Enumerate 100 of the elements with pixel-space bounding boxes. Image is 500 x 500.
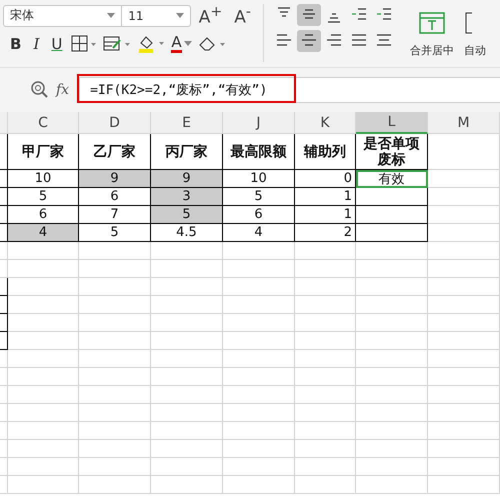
empty-cell xyxy=(151,332,223,350)
empty-cell xyxy=(223,350,295,368)
header-cell: 是否单项废标 xyxy=(356,134,428,170)
empty-cell xyxy=(8,242,79,260)
empty-cell xyxy=(79,458,151,476)
empty-cell xyxy=(223,278,295,296)
empty-cell xyxy=(8,368,79,386)
header-cell: 甲厂家 xyxy=(8,134,79,170)
table-cell: 9 xyxy=(79,170,151,188)
empty-cell xyxy=(79,296,151,314)
fill-color-icon[interactable] xyxy=(137,34,166,54)
underline-button[interactable]: U xyxy=(48,34,66,53)
column-header[interactable]: C xyxy=(8,112,79,134)
empty-cell xyxy=(151,476,223,494)
italic-button[interactable]: I xyxy=(30,34,42,53)
font-size-dropdown[interactable]: 11 xyxy=(122,4,191,27)
empty-cell xyxy=(428,350,500,368)
empty-cell xyxy=(8,314,79,332)
table-cell: 1 xyxy=(295,206,356,224)
column-header[interactable]: L xyxy=(356,112,428,134)
empty-cell xyxy=(295,332,356,350)
search-icon[interactable] xyxy=(30,80,50,100)
auto-wrap-label[interactable]: 自动 xyxy=(464,43,486,58)
empty-cell xyxy=(356,260,428,278)
caret-icon xyxy=(107,13,116,18)
table-cell: 0 xyxy=(295,170,356,188)
empty-cell xyxy=(8,332,79,350)
empty-cell xyxy=(295,440,356,458)
table-cell: 5 xyxy=(8,188,79,206)
table-cell: 9 xyxy=(151,170,223,188)
empty-cell xyxy=(428,242,500,260)
empty-cell xyxy=(79,440,151,458)
empty-cell xyxy=(428,404,500,422)
center-align-icon[interactable] xyxy=(297,30,321,52)
empty-cell xyxy=(356,278,428,296)
empty-cell xyxy=(295,422,356,440)
font-color-button[interactable]: A xyxy=(171,34,192,53)
empty-cell xyxy=(295,350,356,368)
middle-align-icon[interactable] xyxy=(297,4,321,26)
empty-cell xyxy=(295,458,356,476)
empty-cell xyxy=(428,440,500,458)
empty-cell xyxy=(428,476,500,494)
empty-cell xyxy=(356,422,428,440)
empty-cell xyxy=(223,440,295,458)
empty-cell xyxy=(151,260,223,278)
empty-cell xyxy=(79,476,151,494)
column-header[interactable]: D xyxy=(79,112,151,134)
merge-cells-icon[interactable] xyxy=(419,12,445,34)
empty-cell xyxy=(223,314,295,332)
column-header[interactable]: K xyxy=(295,112,356,134)
empty-cell xyxy=(8,386,79,404)
empty-cell xyxy=(8,440,79,458)
decrease-font-button[interactable]: A$^{-}$ xyxy=(230,4,255,28)
merge-center-label[interactable]: 合并居中 xyxy=(410,43,454,58)
empty-cell xyxy=(428,386,500,404)
empty-cell xyxy=(428,278,500,296)
empty-cell xyxy=(223,458,295,476)
table-cell: 4 xyxy=(223,224,295,242)
table-cell: 3 xyxy=(151,188,223,206)
empty-cell xyxy=(356,458,428,476)
empty-cell xyxy=(79,368,151,386)
empty-cell xyxy=(428,206,500,224)
empty-cell xyxy=(295,386,356,404)
column-header[interactable]: M xyxy=(428,112,500,134)
increase-font-button[interactable]: A$^{+}$ xyxy=(194,4,226,28)
empty-cell xyxy=(428,260,500,278)
empty-cell xyxy=(356,476,428,494)
empty-cell xyxy=(151,368,223,386)
empty-cell xyxy=(151,242,223,260)
eraser-icon[interactable] xyxy=(198,34,226,53)
bold-button[interactable]: B xyxy=(7,34,24,53)
empty-cell xyxy=(151,314,223,332)
empty-cell xyxy=(8,296,79,314)
header-cell: 最高限额 xyxy=(223,134,295,170)
empty-cell xyxy=(223,242,295,260)
empty-cell xyxy=(223,260,295,278)
empty-cell xyxy=(428,134,500,170)
empty-cell xyxy=(223,332,295,350)
empty-cell xyxy=(223,404,295,422)
conditional-format-icon[interactable] xyxy=(103,34,132,53)
empty-cell xyxy=(79,332,151,350)
column-header[interactable]: E xyxy=(151,112,223,134)
column-header[interactable]: J xyxy=(223,112,295,134)
empty-cell xyxy=(8,350,79,368)
empty-cell xyxy=(151,296,223,314)
borders-icon[interactable] xyxy=(71,34,98,53)
empty-cell xyxy=(356,242,428,260)
empty-cell xyxy=(79,350,151,368)
formula-input[interactable]: =IF(K2>=2,“废标”,“有效”) xyxy=(79,77,500,103)
empty-cell xyxy=(8,278,79,296)
empty-cell xyxy=(223,476,295,494)
empty-cell xyxy=(356,440,428,458)
font-name-dropdown[interactable]: 宋体 xyxy=(3,4,122,27)
empty-cell xyxy=(428,170,500,188)
table-cell: 1 xyxy=(295,188,356,206)
empty-cell xyxy=(295,242,356,260)
header-cell: 辅助列 xyxy=(295,134,356,170)
empty-cell xyxy=(151,278,223,296)
function-label[interactable]: fx xyxy=(56,82,70,98)
empty-cell xyxy=(223,422,295,440)
